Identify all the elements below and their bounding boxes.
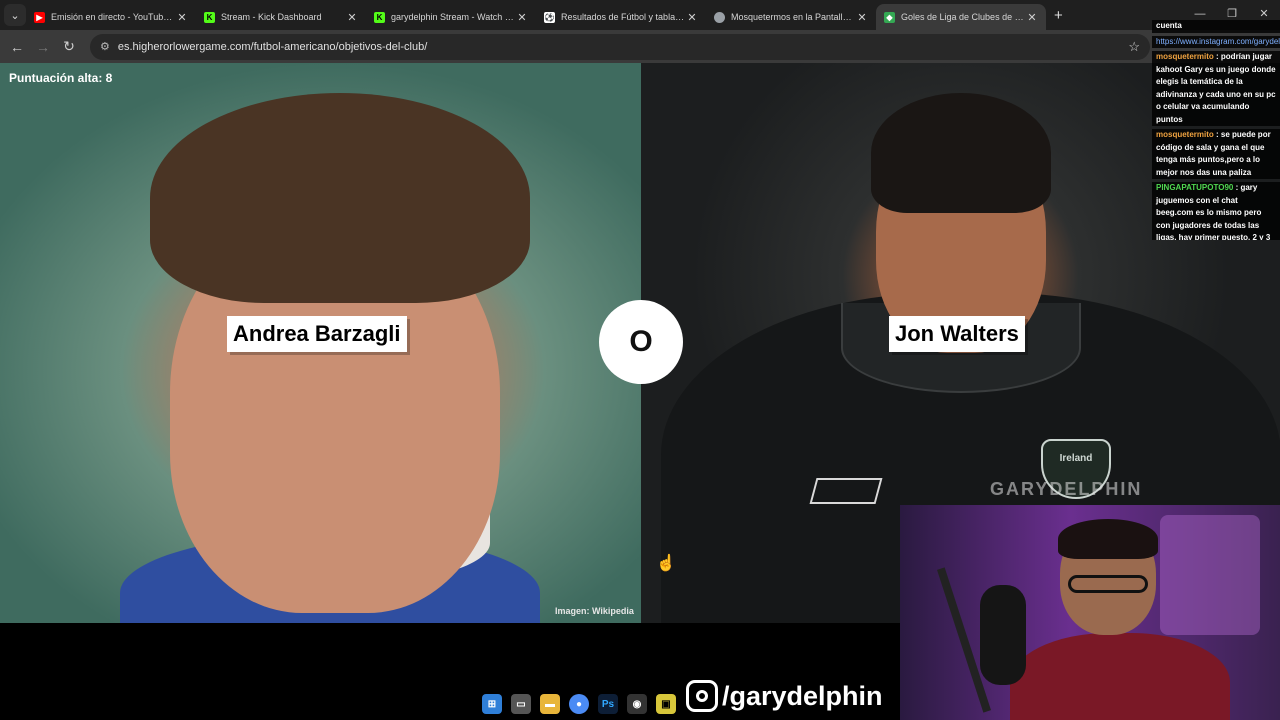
instagram-handle: /garydelphin: [686, 680, 883, 712]
tab-higher-lower-game[interactable]: ◆ Goles de Liga de Clubes de Fútbol ✕: [876, 4, 1046, 30]
tab-kick-stream[interactable]: K garydelphin Stream - Watch Live on Kic…: [366, 4, 536, 30]
left-player-card[interactable]: Puntuación alta: 8 Andrea Barzagli Image…: [0, 63, 641, 623]
tab-search-icon[interactable]: ⌄: [4, 4, 26, 26]
instagram-icon: [686, 680, 718, 712]
close-icon[interactable]: ✕: [1026, 11, 1038, 24]
chat-message: PINGAPATUPOTO90 : gary juguemos con el c…: [1152, 182, 1280, 240]
chat-message: mosquetermito : podrían jugar kahoot Gar…: [1152, 51, 1280, 126]
player-photo-hair: [150, 93, 530, 303]
left-player-name: Andrea Barzagli: [227, 316, 407, 352]
background-light: [1160, 515, 1260, 635]
umbro-logo-icon: [809, 478, 883, 504]
close-icon[interactable]: ✕: [346, 11, 358, 24]
microphone-icon: [980, 585, 1026, 685]
close-icon[interactable]: ✕: [686, 11, 698, 24]
tab-title: Emisión en directo - YouTube Studio: [51, 12, 176, 22]
vs-circle: O: [599, 300, 683, 384]
tab-football-results[interactable]: ⚽ Resultados de Fútbol y tabla de posici…: [536, 4, 706, 30]
chat-message: cuenta: [1152, 20, 1280, 33]
chat-link[interactable]: https://www.instagram.com/garydelphinfut…: [1156, 37, 1280, 46]
url-text[interactable]: es.higherorlowergame.com/futbol-american…: [118, 41, 1128, 53]
chat-text: cuenta: [1156, 21, 1182, 30]
task-view-icon[interactable]: ▭: [511, 694, 531, 714]
taskbar: ⊞ ▭ ▬ ● Ps ◉ ▣: [482, 690, 676, 718]
address-bar[interactable]: ⚙ es.higherorlowergame.com/futbol-americ…: [90, 33, 1150, 60]
new-tab-button[interactable]: +: [1054, 7, 1063, 24]
crest-text: Ireland: [1059, 453, 1093, 464]
forward-arrow-icon[interactable]: →: [30, 39, 56, 55]
tab-youtube-studio[interactable]: ▶ Emisión en directo - YouTube Studio ✕: [26, 4, 196, 30]
stream-watermark: GARYDELPHIN: [990, 479, 1143, 499]
chat-username: mosquetermito: [1156, 52, 1214, 61]
tab-kick-dashboard[interactable]: K Stream - Kick Dashboard ✕: [196, 4, 366, 30]
photoshop-icon[interactable]: Ps: [598, 694, 618, 714]
high-score: Puntuación alta: 8: [9, 71, 113, 85]
tab-title: garydelphin Stream - Watch Live on Kick: [391, 12, 516, 22]
tab-title: Goles de Liga de Clubes de Fútbol: [901, 12, 1026, 22]
browser-toolbar: ← → ↻ ⚙ es.higherorlowergame.com/futbol-…: [0, 30, 1280, 63]
app-icon[interactable]: ▣: [656, 694, 676, 714]
back-arrow-icon[interactable]: ←: [4, 39, 30, 55]
streamer-shirt: [1010, 633, 1230, 720]
close-icon[interactable]: ✕: [516, 11, 528, 24]
tab-mosquetermos[interactable]: Mosquetermos en la Pantalla INTRO ✕: [706, 4, 876, 30]
hand-cursor-icon: ☝: [656, 555, 676, 572]
tab-title: Mosquetermos en la Pantalla INTRO: [731, 12, 856, 22]
chat-text: podrían jugar kahoot Gary es un juego do…: [1156, 52, 1276, 124]
site-settings-icon[interactable]: ⚙: [100, 40, 110, 53]
globe-icon: [714, 11, 725, 23]
webcam-overlay: [900, 505, 1280, 720]
kick-icon: K: [204, 11, 215, 23]
windows-start-icon[interactable]: ⊞: [482, 694, 502, 714]
youtube-icon: ▶: [34, 11, 45, 23]
bookmark-star-icon[interactable]: ☆: [1128, 39, 1140, 55]
scores-icon: ⚽: [544, 11, 555, 23]
streamer-hair: [1058, 519, 1158, 559]
image-credit: Imagen: Wikipedia: [555, 606, 634, 616]
chat-message: https://www.instagram.com/garydelphinfut…: [1152, 35, 1280, 48]
handle-text: /garydelphin: [722, 680, 883, 711]
chrome-icon[interactable]: ●: [569, 694, 589, 714]
glasses-icon: [1068, 575, 1148, 593]
live-chat: cuenta https://www.instagram.com/garydel…: [1152, 20, 1280, 240]
chat-username: PINGAPATUPOTO90: [1156, 183, 1234, 192]
right-player-name: Jon Walters: [889, 316, 1025, 352]
reload-icon[interactable]: ↻: [56, 38, 82, 55]
tab-title: Stream - Kick Dashboard: [221, 12, 322, 22]
file-explorer-icon[interactable]: ▬: [540, 694, 560, 714]
tab-strip: ⌄ ▶ Emisión en directo - YouTube Studio …: [0, 0, 1280, 30]
close-icon[interactable]: ✕: [176, 11, 188, 24]
game-icon: ◆: [884, 11, 895, 23]
kick-icon: K: [374, 11, 385, 23]
chat-message: mosquetermito : se puede por código de s…: [1152, 129, 1280, 179]
close-icon[interactable]: ✕: [856, 11, 868, 24]
chat-username: mosquetermito: [1156, 130, 1214, 139]
tab-title: Resultados de Fútbol y tabla de posicion…: [561, 12, 686, 22]
player-photo-hair: [871, 93, 1051, 213]
obs-icon[interactable]: ◉: [627, 694, 647, 714]
